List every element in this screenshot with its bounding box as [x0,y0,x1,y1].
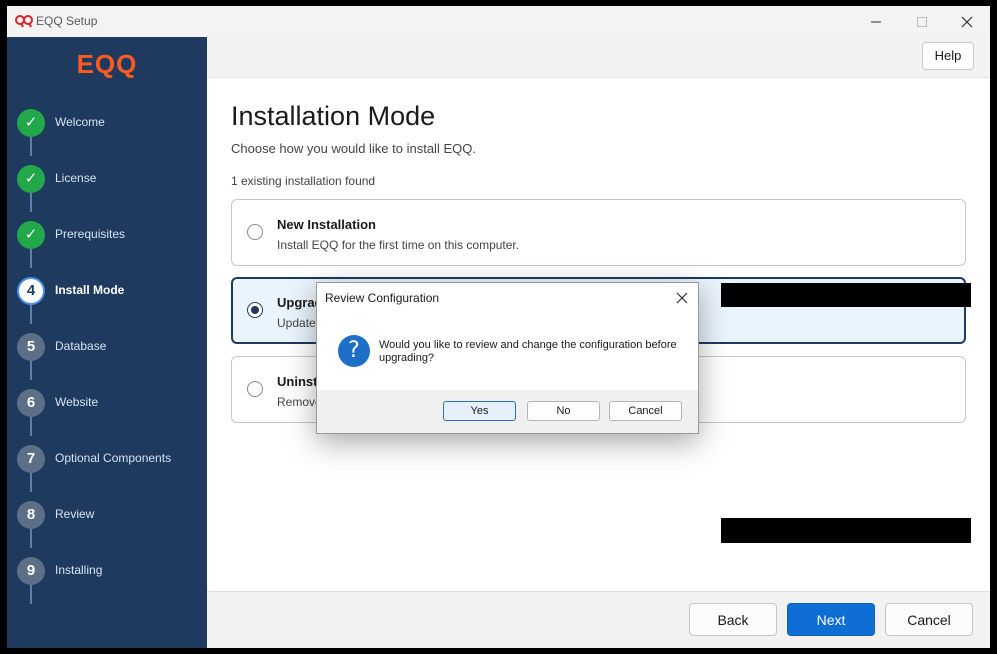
dialog-cancel-button[interactable]: Cancel [609,401,682,421]
page-subtitle: Choose how you would like to install EQQ… [231,141,476,156]
radio-upgrade[interactable] [247,302,263,318]
dialog-message: Would you like to review and change the … [379,339,677,364]
redaction-bar [721,283,971,307]
minimize-button[interactable] [853,6,899,37]
step-connector [30,136,32,156]
radio-uninstall[interactable] [247,381,263,397]
close-icon [676,292,688,304]
maximize-button[interactable] [899,6,945,37]
page-title: Installation Mode [231,101,436,131]
option-new-installation[interactable]: New Installation Install EQQ for the fir… [231,199,966,266]
step-label: Welcome [55,115,105,129]
step-label: Database [55,339,107,353]
step-label: Review [55,507,95,521]
brand-logo: EQQ [76,49,138,79]
step-connector [30,416,32,436]
window-title: EQQ Setup [36,14,98,28]
step-label: Installing [55,563,103,577]
step-connector [30,304,32,324]
back-button[interactable]: Back [689,603,777,636]
close-icon [961,16,973,28]
option-description: Remove [277,395,322,409]
step-connector [30,472,32,492]
dialog-no-button[interactable]: No [527,401,600,421]
minimize-icon [871,21,881,23]
steps-sidebar: EQQ ✓ Welcome ✓ License ✓ Prerequisites … [7,37,207,648]
next-button[interactable]: Next [787,603,875,636]
setup-window: EQQ Setup EQQ ✓ Welcome ✓ License ✓ Prer… [7,6,990,648]
step-label: Install Mode [55,283,125,297]
review-configuration-dialog: Review Configuration ? Would you like to… [316,282,699,434]
redaction-bar [721,518,971,543]
step-label: License [55,171,97,185]
step-number: 4 [17,277,45,305]
checkmark-icon: ✓ [17,165,45,193]
dialog-close-button[interactable] [671,287,693,309]
step-database: 5 Database [17,333,207,363]
step-connector [30,528,32,548]
radio-selected-dot [251,306,259,314]
step-review: 8 Review [17,501,207,531]
step-connector [30,192,32,212]
step-welcome: ✓ Welcome [17,109,207,139]
step-optional-components: 7 Optional Components [17,445,207,475]
top-bar: Help [207,37,990,78]
installation-found-text: 1 existing installation found [231,174,376,188]
checkmark-icon: ✓ [17,221,45,249]
step-number: 7 [17,445,45,473]
step-number: 9 [17,557,45,585]
close-button[interactable] [944,6,990,37]
radio-new-installation[interactable] [247,224,263,240]
step-label: Optional Components [55,451,172,465]
step-website: 6 Website [17,389,207,419]
step-connector [30,584,32,604]
question-icon: ? [338,335,370,367]
step-installing: 9 Installing [17,557,207,587]
checkmark-icon: ✓ [17,109,45,137]
dialog-yes-button[interactable]: Yes [443,401,516,421]
step-install-mode: 4 Install Mode [17,277,207,307]
step-label: Prerequisites [55,227,126,241]
wizard-footer: Back Next Cancel [207,591,990,648]
option-description: Update [277,316,316,330]
step-connector [30,360,32,380]
title-bar: EQQ Setup [7,6,990,37]
dialog-title: Review Configuration [325,291,440,305]
step-number: 6 [17,389,45,417]
cancel-button[interactable]: Cancel [885,603,973,636]
app-logo-icon [15,15,33,28]
step-license: ✓ License [17,165,207,195]
option-description: Install EQQ for the first time on this c… [277,238,520,252]
step-label: Website [55,395,99,409]
step-number: 5 [17,333,45,361]
dialog-button-bar: Yes No Cancel [317,390,698,433]
step-connector [30,248,32,268]
maximize-icon [917,17,927,27]
step-number: 8 [17,501,45,529]
help-button[interactable]: Help [922,42,974,70]
step-prerequisites: ✓ Prerequisites [17,221,207,251]
option-title: New Installation [277,217,376,232]
